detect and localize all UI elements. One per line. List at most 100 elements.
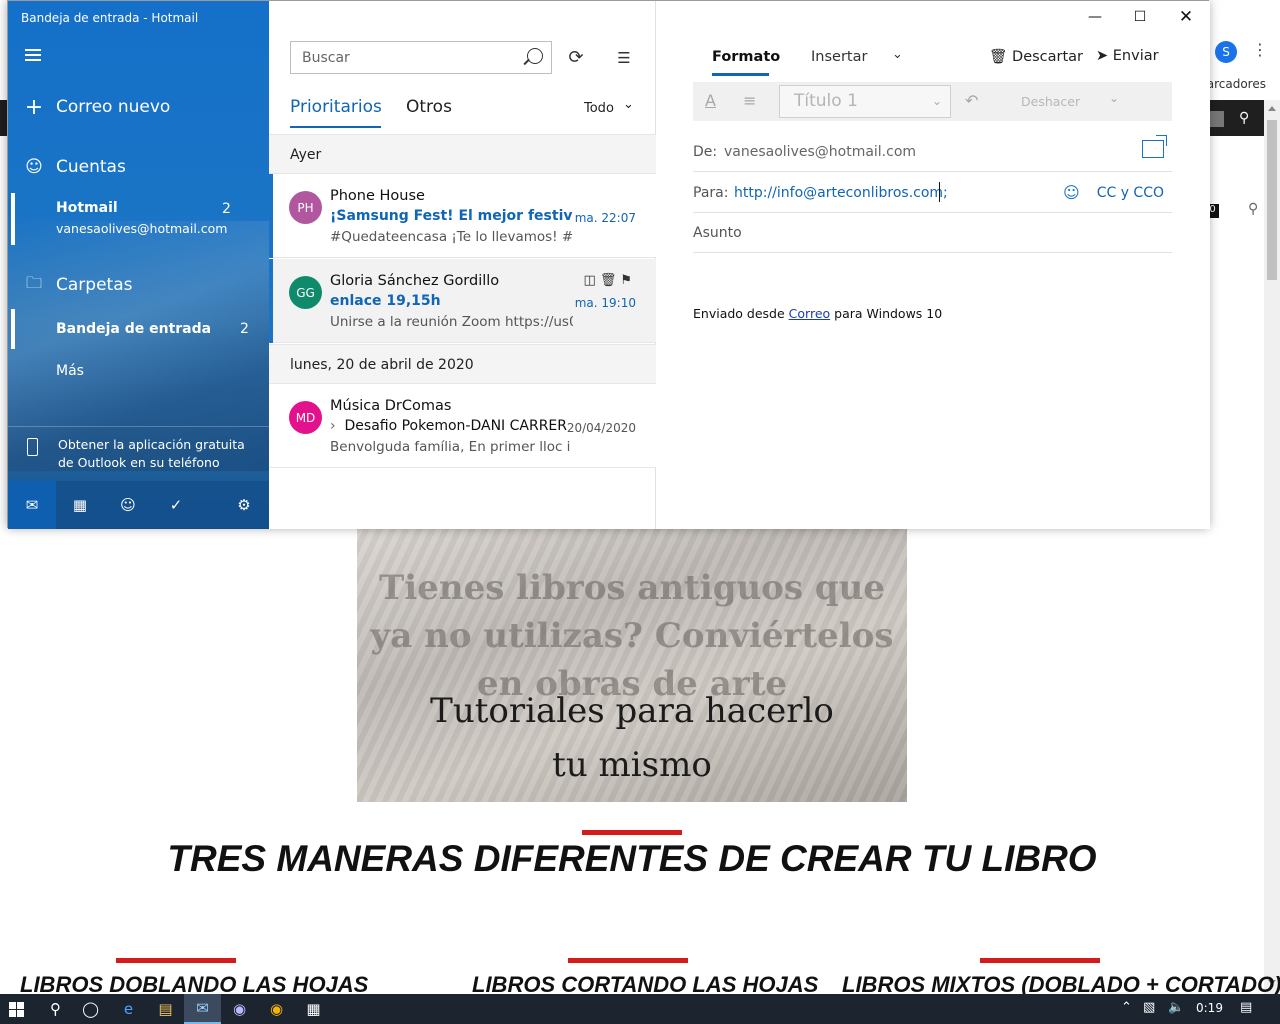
discard-button[interactable]: 🗑 Descartar [989, 48, 1083, 65]
cc-bcc-button[interactable]: CC y CCO [1097, 185, 1164, 201]
tab-format[interactable]: Formato [712, 49, 780, 65]
chevron-down-icon[interactable]: ⌄ [623, 97, 634, 112]
archive-icon[interactable]: ◫ [584, 273, 600, 288]
message-subject: ¡Samsung Fest! El mejor festival que [330, 208, 573, 224]
from-field[interactable]: De: vanesaolives@hotmail.com [693, 132, 1172, 172]
accounts-button[interactable]: ☺ Cuentas [8, 153, 269, 181]
send-icon: ➤ [1096, 48, 1109, 64]
windows-start-icon[interactable] [9, 1002, 24, 1017]
mail-window: Bandeja de entrada - Hotmail + Correo nu… [7, 0, 1210, 529]
message-time: ma. 19:10 [574, 296, 636, 310]
file-explorer-icon[interactable]: ▤ [147, 994, 184, 1024]
account-name[interactable]: Hotmail [56, 200, 118, 216]
subject-field[interactable]: Asunto [693, 213, 1172, 253]
date-group-header: lunes, 20 de abril de 2020 [269, 344, 656, 384]
search-icon[interactable]: ⚲ [1248, 201, 1258, 217]
filter-dropdown[interactable]: Todo [584, 101, 614, 116]
text-cursor [939, 182, 940, 202]
undo-label[interactable]: Deshacer [1021, 94, 1080, 109]
list-item[interactable]: PH Phone House ¡Samsung Fest! El mejor f… [269, 174, 656, 258]
network-icon[interactable]: ▧ [1143, 1000, 1155, 1015]
calendar-icon[interactable]: ▦ [56, 481, 104, 529]
tab-insert[interactable]: Insertar [811, 49, 867, 65]
to-field[interactable]: Para: http://info@arteconlibros.com; ☺ C… [693, 173, 1172, 213]
search-input[interactable] [291, 42, 516, 73]
active-tab-underline [712, 73, 769, 76]
message-list-pane: ⟳ ☰ Prioritarios Otros Todo ⌄ Ayer PH Ph… [269, 1, 656, 529]
send-button[interactable]: ➤ Enviar [1096, 48, 1159, 64]
message-preview: Benvolguda família, En primer lloc i [330, 439, 571, 455]
tab-other[interactable]: Otros [406, 97, 452, 117]
selection-mode-icon[interactable]: ☰ [611, 45, 637, 71]
trash-icon: 🗑 [989, 49, 1008, 65]
search-icon[interactable] [527, 48, 543, 64]
new-mail-button[interactable]: + Correo nuevo [8, 93, 269, 121]
taskbar: ⚲ ◯ e ▤ ✉ ◉ ◉ ▦ ⌃ ▧ 🔈 0:19 ▤ [0, 994, 1280, 1024]
calculator-icon[interactable]: ▦ [295, 994, 332, 1024]
avatar: MD [289, 401, 322, 434]
settings-icon[interactable]: ⚙ [220, 481, 268, 529]
maximize-button[interactable]: ☐ [1117, 1, 1163, 33]
sidebar-item-more[interactable]: Más [56, 363, 84, 379]
to-value[interactable]: http://info@arteconlibros.com; [734, 185, 948, 201]
message-sender: Música DrComas [330, 398, 452, 414]
unread-indicator [269, 174, 273, 258]
folders-button[interactable]: 🗀 Carpetas [8, 271, 269, 299]
minimize-button[interactable]: — [1072, 1, 1118, 33]
subheading-accent-bar [568, 958, 688, 963]
chevron-up-icon[interactable]: ⌃ [1121, 1000, 1132, 1015]
chevron-down-icon[interactable]: ⌄ [892, 47, 903, 62]
thread-chevron-icon[interactable]: › [330, 418, 345, 434]
person-icon[interactable]: ☺ [1063, 183, 1080, 202]
more-menu-icon[interactable]: ⋮ [1252, 40, 1268, 59]
list-item[interactable]: MD Música DrComas › Desafio Pokemon-DANI… [269, 384, 656, 468]
outlook-app-promo[interactable]: Obtener la aplicación gratuita de Outloo… [58, 436, 258, 472]
message-preview: #Quedateencasa ¡Te lo llevamos! #Q [330, 229, 573, 245]
heading-accent-bar [582, 830, 682, 835]
font-color-icon[interactable]: A [705, 91, 716, 110]
date-group-header: Ayer [269, 134, 656, 174]
paragraph-format-icon[interactable]: ≡ [743, 91, 756, 110]
profile-avatar[interactable]: S [1215, 41, 1237, 63]
site-user-icon[interactable] [1208, 111, 1224, 127]
volume-icon[interactable]: 🔈 [1168, 1000, 1184, 1015]
scroll-thumb[interactable] [1267, 120, 1277, 280]
navigation-pane: Bandeja de entrada - Hotmail + Correo nu… [8, 1, 269, 529]
mail-icon[interactable]: ✉ [8, 481, 56, 529]
page-scrollbar[interactable] [1264, 100, 1280, 994]
message-time: 20/04/2020 [566, 421, 636, 435]
notifications-icon[interactable]: ▤ [1240, 1000, 1252, 1015]
list-item[interactable]: GG Gloria Sánchez Gordillo ◫🗑⚑ enlace 19… [269, 259, 656, 343]
search-icon[interactable]: ⚲ [37, 994, 74, 1024]
scroll-up-arrow-icon[interactable] [1268, 106, 1276, 111]
todo-icon[interactable]: ✓ [152, 481, 200, 529]
flag-icon[interactable]: ⚑ [620, 273, 636, 288]
account-unread-count: 2 [222, 201, 231, 217]
people-icon[interactable]: ☺ [104, 481, 152, 529]
sidebar-item-inbox[interactable]: Bandeja de entrada [56, 321, 211, 337]
chevron-down-icon[interactable]: ⌄ [1109, 91, 1119, 105]
account-email: vanesaolives@hotmail.com [56, 221, 228, 236]
message-subject: › Desafio Pokemon-DANI CARRER [330, 418, 568, 434]
selected-indicator [11, 309, 15, 349]
message-body[interactable]: Enviado desde Correo para Windows 10 [693, 306, 942, 321]
popout-icon[interactable] [1142, 135, 1167, 158]
chrome-icon[interactable]: ◉ [258, 994, 295, 1024]
hamburger-menu-icon[interactable] [25, 49, 41, 61]
tab-focused[interactable]: Prioritarios [290, 97, 382, 117]
mail-app-icon[interactable]: ✉ [184, 994, 221, 1024]
site-search-icon[interactable]: ⚲ [1239, 110, 1249, 126]
undo-icon[interactable]: ↶ [965, 91, 978, 110]
sync-icon[interactable]: ⟳ [563, 45, 589, 71]
message-actions: ◫🗑⚑ [584, 273, 636, 288]
clock[interactable]: 0:19 [1196, 1001, 1223, 1015]
style-dropdown[interactable]: Título 1 ⌄ [779, 85, 951, 118]
browser-icon[interactable]: ◉ [221, 994, 258, 1024]
task-view-icon[interactable]: ◯ [72, 994, 109, 1024]
close-button[interactable]: ✕ [1163, 1, 1209, 33]
edge-icon[interactable]: e [110, 994, 147, 1024]
hero-banner: Tienes libros antiguos que ya no utiliza… [357, 528, 907, 802]
delete-icon[interactable]: 🗑 [600, 273, 621, 288]
chevron-down-icon: ⌄ [931, 94, 942, 108]
correo-link[interactable]: Correo [789, 306, 831, 321]
